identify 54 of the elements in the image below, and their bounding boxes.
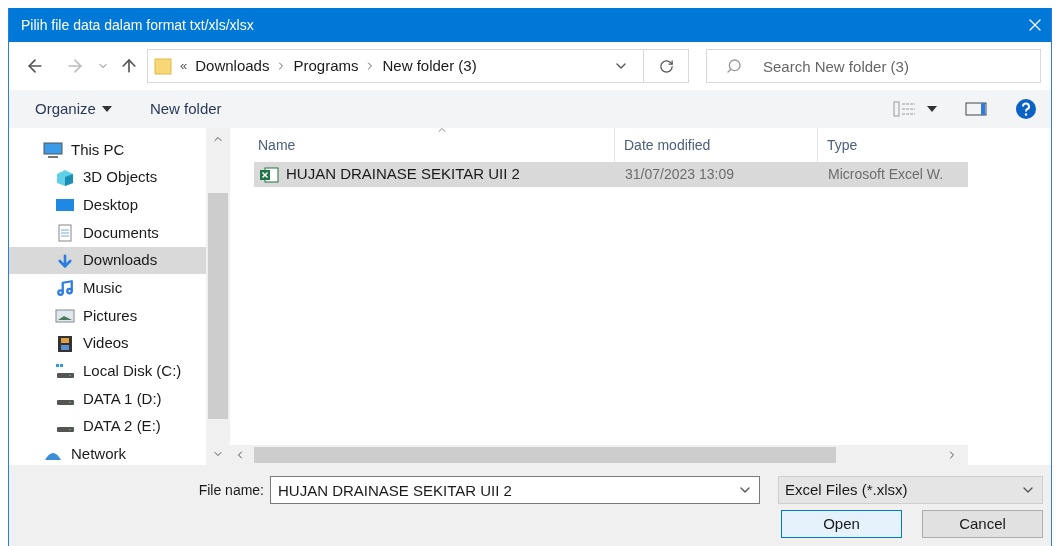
computer-icon	[43, 140, 63, 159]
sidebar-item[interactable]: 3D Objects	[9, 163, 206, 192]
date-modified: 31/07/2023 13:09	[624, 165, 735, 184]
film-icon	[55, 334, 75, 353]
file-row[interactable]: HUJAN DRAINASE SEKITAR UII 2 31/07/2023 13:09 Microsoft Excel W.	[254, 162, 968, 187]
sidebar-item[interactable]: This PC	[9, 136, 206, 164]
view-options-icon[interactable]	[893, 101, 917, 117]
sidebar-item[interactable]: Desktop	[9, 191, 206, 220]
refresh-icon	[658, 58, 674, 74]
image-icon	[55, 306, 75, 325]
window-title: Pilih file data dalam format txt/xls/xlsx	[21, 15, 254, 35]
file-name-label: File name:	[198, 480, 264, 500]
breadcrumb-item[interactable]: New folder (3)	[382, 54, 477, 78]
organize-button[interactable]: Organize	[35, 97, 112, 121]
sidebar-item[interactable]: DATA 2 (E:)	[9, 412, 206, 441]
spreadsheet-icon	[259, 166, 279, 183]
column-header[interactable]: Type	[818, 128, 968, 162]
vertical-scrollbar[interactable]	[206, 128, 230, 465]
sidebar-item[interactable]: Local Disk (C:)	[9, 357, 206, 386]
file-name-field[interactable]: HUJAN DRAINASE SEKITAR UII 2	[270, 476, 760, 504]
drive-icon	[55, 398, 75, 406]
preview-pane-icon[interactable]	[965, 102, 987, 116]
new-folder-button[interactable]: New folder	[149, 97, 222, 121]
sidebar-item[interactable]: Pictures	[9, 302, 206, 330]
address-bar[interactable]: « Downloads Programs New folder (3)	[147, 49, 689, 83]
sidebar-item[interactable]: Videos	[9, 329, 206, 358]
overflow-chevrons[interactable]: «	[180, 56, 188, 76]
sidebar-item[interactable]: Downloads	[9, 246, 206, 275]
scrollbar-thumb[interactable]	[208, 193, 228, 419]
caret-icon	[101, 106, 112, 112]
open-button[interactable]: Open	[781, 510, 902, 538]
caret-icon[interactable]	[927, 106, 937, 112]
cancel-button[interactable]: Cancel	[922, 510, 1043, 538]
file-name: HUJAN DRAINASE SEKITAR UII 2	[286, 164, 520, 185]
music-note-icon	[55, 279, 75, 298]
network-icon	[43, 451, 63, 461]
file-type: Microsoft Excel W.	[827, 165, 945, 184]
sidebar-item[interactable]: DATA 1 (D:)	[9, 385, 206, 413]
cube-icon	[55, 168, 75, 187]
sidebar-item[interactable]: Network	[9, 440, 206, 465]
help-icon[interactable]	[1015, 98, 1037, 120]
document-icon	[55, 223, 75, 242]
search-icon	[726, 58, 742, 74]
sidebar-item[interactable]: Music	[9, 274, 206, 303]
drive-icon	[55, 362, 75, 381]
scrollbar-thumb[interactable]	[254, 447, 836, 463]
search-field[interactable]: Search New folder (3)	[706, 49, 1041, 83]
folder-icon	[154, 57, 172, 75]
breadcrumb-item[interactable]: Programs	[293, 54, 359, 78]
file-type-dropdown[interactable]: Excel Files (*.xlsx)	[778, 476, 1043, 504]
sidebar-item[interactable]: Documents	[9, 219, 206, 247]
horizontal-scrollbar[interactable]	[230, 445, 968, 465]
breadcrumb-item[interactable]: Downloads	[195, 54, 270, 78]
drive-icon	[55, 426, 75, 434]
